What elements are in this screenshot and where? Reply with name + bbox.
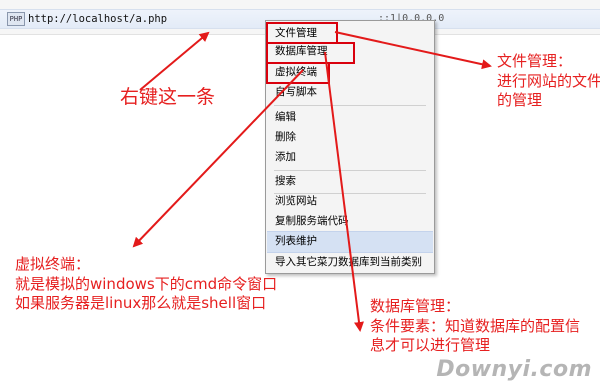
annotation-file-mgmt: 文件管理： 进行网站的文件 的管理 (497, 52, 600, 109)
annotation-right-click: 右键这一条 (120, 86, 216, 108)
annotation-db-mgmt: 数据库管理： 条件要素：知道数据库的配置信 息才可以进行管理 (370, 297, 581, 354)
watermark: Downyi.com (436, 357, 592, 382)
arrow-to-file-mgmt (334, 31, 492, 70)
arrow-to-row (139, 31, 210, 91)
arrow-to-db-mgmt (324, 51, 364, 332)
annotation-terminal: 虚拟终端： 就是模拟的windows下的cmd命令窗口 如果服务器是linux那… (15, 255, 278, 312)
